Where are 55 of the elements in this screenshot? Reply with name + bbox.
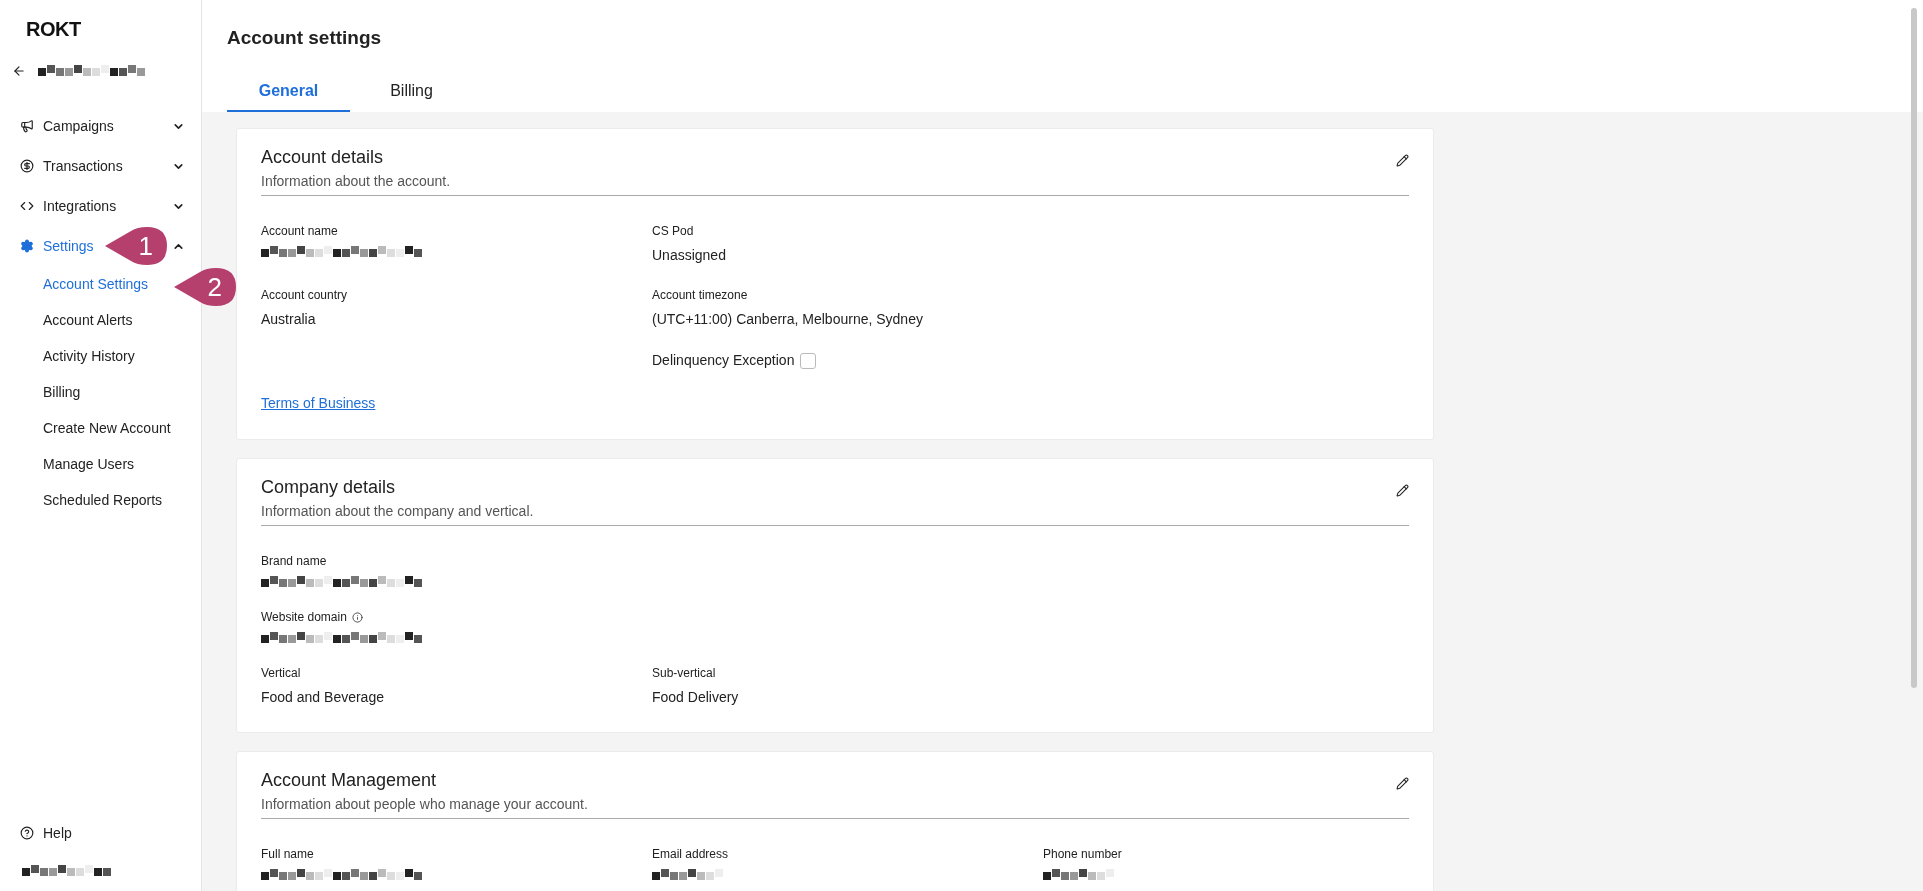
- field-value: Food Delivery: [652, 688, 740, 707]
- edit-icon[interactable]: [1396, 154, 1409, 167]
- field-label: Full name: [261, 846, 314, 863]
- callout-badge: 1: [103, 227, 169, 265]
- help-link[interactable]: Help: [43, 822, 72, 844]
- field-label: Phone number: [1043, 846, 1122, 863]
- card-title: Company details: [261, 476, 397, 499]
- terms-link[interactable]: Terms of Business: [261, 395, 376, 411]
- redacted-value-drawing: [652, 869, 724, 881]
- field-label: Email address: [652, 846, 729, 863]
- card-title: Account Management: [261, 769, 438, 792]
- card-title: Account details: [261, 146, 385, 169]
- tab[interactable]: General: [227, 72, 350, 112]
- settings-icon: [20, 239, 34, 253]
- card-subtitle: Information about the account.: [261, 172, 451, 191]
- field-label: Account timezone: [652, 287, 749, 304]
- page-title: Account settings: [227, 26, 383, 50]
- tab[interactable]: Billing: [350, 72, 473, 112]
- logo: ROKT: [26, 18, 81, 40]
- field-label: Vertical: [261, 665, 302, 682]
- field-value: Unassigned: [652, 246, 727, 265]
- card-subtitle: Information about the company and vertical.: [261, 502, 534, 521]
- field-value: (UTC+11:00) Canberra, Melbourne, Sydney: [652, 310, 924, 329]
- field-label: Website domain: [261, 609, 347, 626]
- edit-icon[interactable]: [1396, 777, 1409, 790]
- dollar-icon: [20, 159, 34, 173]
- nav-subitem[interactable]: Account Alerts: [43, 309, 133, 331]
- code-icon: [20, 199, 34, 213]
- nav-item[interactable]: Settings: [43, 235, 94, 257]
- redacted-value-drawing: [1043, 869, 1115, 881]
- nav-item[interactable]: Campaigns: [43, 115, 114, 137]
- back-arrow-icon[interactable]: [12, 64, 26, 78]
- checkbox[interactable]: [800, 352, 817, 369]
- card-subtitle: Information about people who manage your account.: [261, 795, 588, 814]
- megaphone-icon: [20, 119, 34, 133]
- scrollbar[interactable]: [1911, 8, 1917, 688]
- nav-subitem[interactable]: Scheduled Reports: [43, 489, 163, 511]
- nav-subitem[interactable]: Billing: [43, 381, 81, 403]
- nav-item[interactable]: Integrations: [43, 195, 117, 217]
- field-label: Account name: [261, 223, 338, 240]
- callout-badge: 2: [172, 268, 238, 306]
- field-label: Brand name: [261, 553, 327, 570]
- checkbox-label: Delinquency Exception: [652, 351, 795, 370]
- field-value: Australia: [261, 310, 317, 329]
- nav-subitem[interactable]: Manage Users: [43, 453, 135, 475]
- help-icon: [20, 826, 34, 840]
- nav-subitem[interactable]: Create New Account: [43, 417, 171, 439]
- field-label: CS Pod: [652, 223, 695, 240]
- edit-icon[interactable]: [1396, 484, 1409, 497]
- field-label: Account country: [261, 287, 349, 304]
- nav-subitem[interactable]: Activity History: [43, 345, 135, 367]
- nav-item[interactable]: Transactions: [43, 155, 123, 177]
- field-value: Food and Beverage: [261, 688, 385, 707]
- field-label: Sub-vertical: [652, 665, 717, 682]
- nav-subitem[interactable]: Account Settings: [43, 273, 149, 295]
